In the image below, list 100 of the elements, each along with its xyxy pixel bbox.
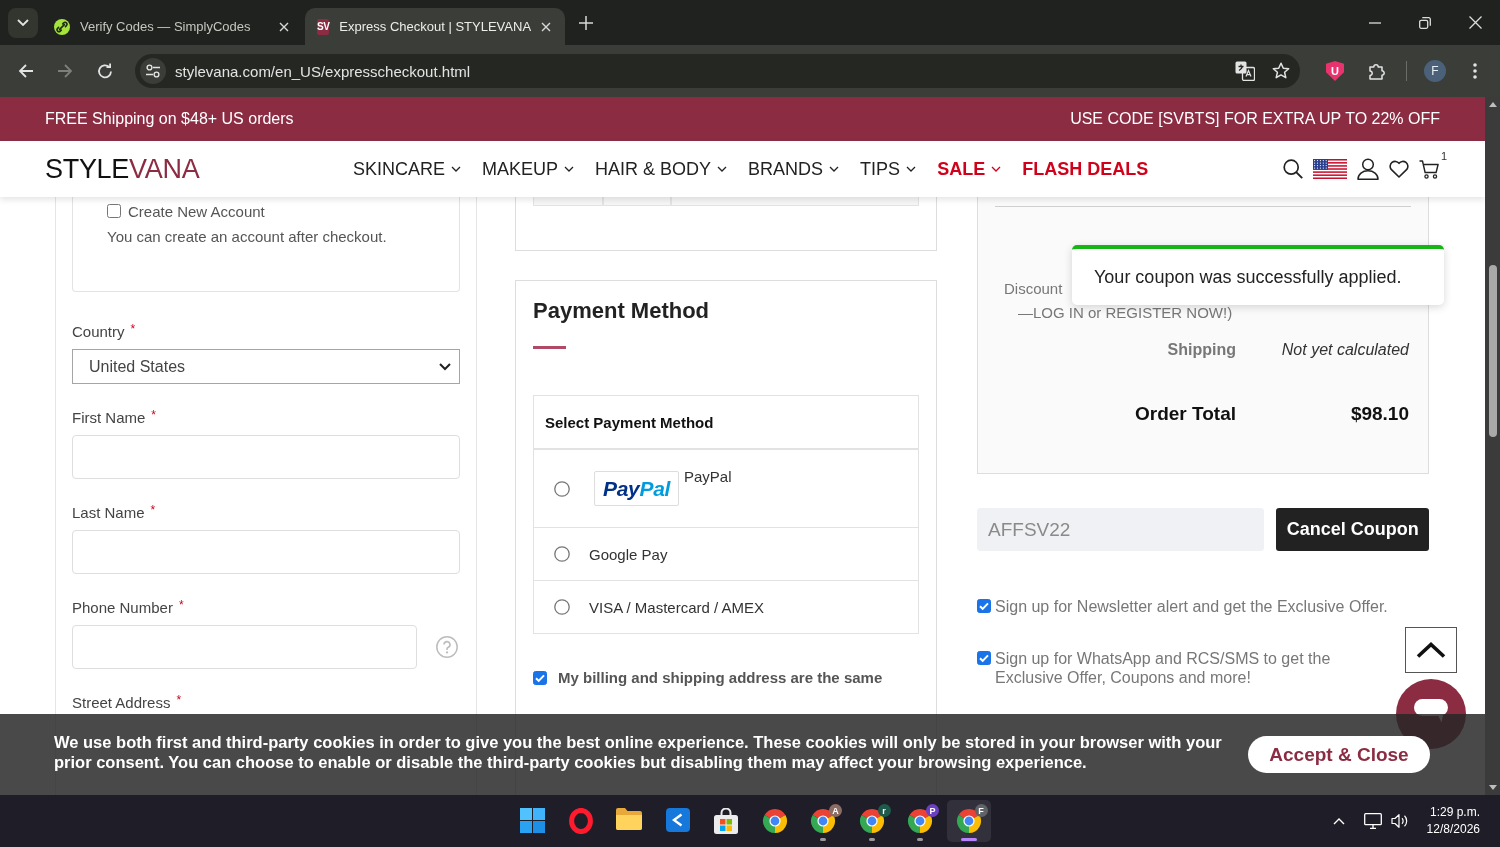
summary-label: Order Total xyxy=(1135,403,1236,425)
accept-button[interactable]: Accept & Close xyxy=(1248,736,1430,773)
text-field[interactable] xyxy=(72,435,460,479)
menu-item[interactable]: HAIR & BODY xyxy=(595,155,728,183)
menu-item[interactable]: SKINCARE xyxy=(353,155,462,183)
menu-item[interactable]: TIPS xyxy=(860,155,917,183)
checkbox[interactable] xyxy=(107,204,121,218)
taskbar-button[interactable]: r xyxy=(849,800,894,842)
menu-item[interactable]: BRANDS xyxy=(748,155,840,183)
country-select[interactable]: United States xyxy=(72,349,460,384)
phone-field[interactable] xyxy=(72,625,417,669)
cart-count: 1 xyxy=(1440,149,1447,162)
summary-label: Discount xyxy=(1004,280,1063,297)
checkbox-label: My billing and shipping address are the same xyxy=(558,669,883,686)
field-label: Last Name xyxy=(72,504,145,521)
clock-time[interactable]: 1:29 p.m. xyxy=(1429,804,1480,821)
required-mark: * xyxy=(130,323,136,336)
site-favicon: SV xyxy=(317,18,330,35)
radio-button[interactable] xyxy=(554,480,570,497)
checkbox[interactable] xyxy=(977,599,991,613)
required-mark: * xyxy=(176,694,182,707)
back-icon[interactable] xyxy=(18,63,34,79)
close-icon[interactable] xyxy=(1468,16,1482,29)
close-icon[interactable] xyxy=(541,21,552,32)
profile-badge: P xyxy=(926,804,939,817)
field-label: First Name xyxy=(72,409,146,426)
taskbar-button[interactable]: A xyxy=(801,800,845,842)
chevron-down-icon xyxy=(17,19,29,26)
summary-value: Not yet calculated xyxy=(1281,341,1409,359)
site-info-button[interactable] xyxy=(140,58,166,84)
plus-icon[interactable] xyxy=(579,15,593,30)
checkbox-label: Create New Account xyxy=(128,202,265,220)
clock-date[interactable]: 12/8/2026 xyxy=(1426,821,1480,838)
option-label[interactable]: VISA / Mastercard / AMEX xyxy=(589,598,765,616)
radio-button[interactable] xyxy=(554,546,570,562)
address-bar[interactable]: stylevana.com/en_US/expresscheckout.html xyxy=(135,54,1300,88)
browser-icon xyxy=(907,808,933,834)
menu-item[interactable]: FLASH DEALS xyxy=(1022,155,1149,183)
close-icon[interactable] xyxy=(279,21,289,32)
site-logo[interactable]: STYLEVANA xyxy=(45,153,200,184)
checkbox[interactable] xyxy=(977,651,991,665)
cookie-message: We use both first and third-party cookies in order to give you the best online experience. These cookies will only be stored in your browser with your prior consent. You can choose to enable or disable the third-party cookies but disabling them may affect your browsing experience. xyxy=(54,731,1223,772)
browser-icon xyxy=(955,808,982,834)
puzzle-icon[interactable] xyxy=(1368,62,1386,80)
arrow-tile-icon xyxy=(665,808,690,832)
profile-avatar[interactable]: F xyxy=(1424,60,1446,82)
store-bag-icon xyxy=(713,808,739,834)
restore-icon[interactable] xyxy=(1419,16,1431,29)
checkbox-label: Sign up for WhatsApp and RCS/SMS to get the Exclusive Offer, Coupons and more! xyxy=(995,649,1332,687)
user-icon[interactable] xyxy=(1356,158,1379,180)
field-label: Street Address xyxy=(72,694,171,711)
promo-text: FREE Shipping on $48+ US orders xyxy=(45,110,294,128)
browser-tab[interactable]: Verify Codes — SimplyCodes xyxy=(45,8,300,45)
summary-label: Shipping xyxy=(1167,341,1236,359)
radio-button[interactable] xyxy=(554,599,570,615)
coupon-toast: Your coupon was successfully applied. xyxy=(1072,245,1444,305)
summary-note[interactable]: —LOG IN or REGISTER NOW!) xyxy=(1018,304,1233,321)
taskbar-button[interactable]: F xyxy=(946,800,991,842)
tune-icon xyxy=(146,64,160,78)
browser-tab[interactable]: SV Express Checkout | STYLEVANA xyxy=(305,8,565,45)
scroll-up-icon[interactable] xyxy=(1488,102,1497,107)
checkbox[interactable] xyxy=(533,670,547,685)
required-mark: * xyxy=(150,504,156,517)
extension-button[interactable]: U xyxy=(1326,61,1344,81)
scroll-down-icon[interactable] xyxy=(1488,785,1497,790)
chevron-up-icon xyxy=(1416,642,1446,658)
scrollbar-thumb[interactable] xyxy=(1488,265,1497,437)
cart-icon[interactable] xyxy=(1418,159,1440,179)
minimize-icon[interactable] xyxy=(1369,21,1381,24)
profile-badge: A xyxy=(829,804,842,817)
coupon-field: AFFSV22 xyxy=(977,508,1265,551)
tab-list-button[interactable] xyxy=(8,7,38,38)
field-label: Country xyxy=(72,323,125,340)
section-title: Payment Method xyxy=(533,298,711,324)
chevron-down-icon xyxy=(439,362,451,371)
option-label[interactable]: Google Pay xyxy=(589,545,668,563)
promo-text[interactable]: USE CODE [SVBTS] FOR EXTRA UP TO 22% OFF xyxy=(1070,110,1440,128)
star-icon[interactable] xyxy=(1272,62,1290,80)
taskbar-button[interactable]: P xyxy=(898,800,942,842)
ring-icon xyxy=(568,808,593,834)
browser-icon xyxy=(761,808,788,834)
speaker-icon[interactable] xyxy=(1390,813,1409,829)
menu-item[interactable]: SALE xyxy=(937,155,1002,183)
translate-icon[interactable] xyxy=(1235,61,1255,81)
caret-up-icon[interactable] xyxy=(1332,817,1345,825)
more-icon[interactable] xyxy=(1473,63,1477,79)
text-field[interactable] xyxy=(72,530,460,574)
start-icon xyxy=(519,808,545,833)
scrollbar[interactable] xyxy=(1485,97,1500,795)
table-heading: Select Payment Method xyxy=(544,412,715,433)
menu-item[interactable]: MAKEUP xyxy=(482,155,575,183)
scroll-top-button[interactable] xyxy=(1405,627,1457,673)
required-mark: * xyxy=(151,409,156,422)
reload-icon[interactable] xyxy=(97,63,113,79)
search-icon[interactable] xyxy=(1282,159,1303,179)
monitor-icon[interactable] xyxy=(1363,813,1382,829)
flag-icon[interactable] xyxy=(1312,159,1347,179)
browser-icon xyxy=(858,808,885,834)
option-label[interactable]: PayPal xyxy=(684,468,732,485)
heart-icon[interactable] xyxy=(1388,160,1409,178)
